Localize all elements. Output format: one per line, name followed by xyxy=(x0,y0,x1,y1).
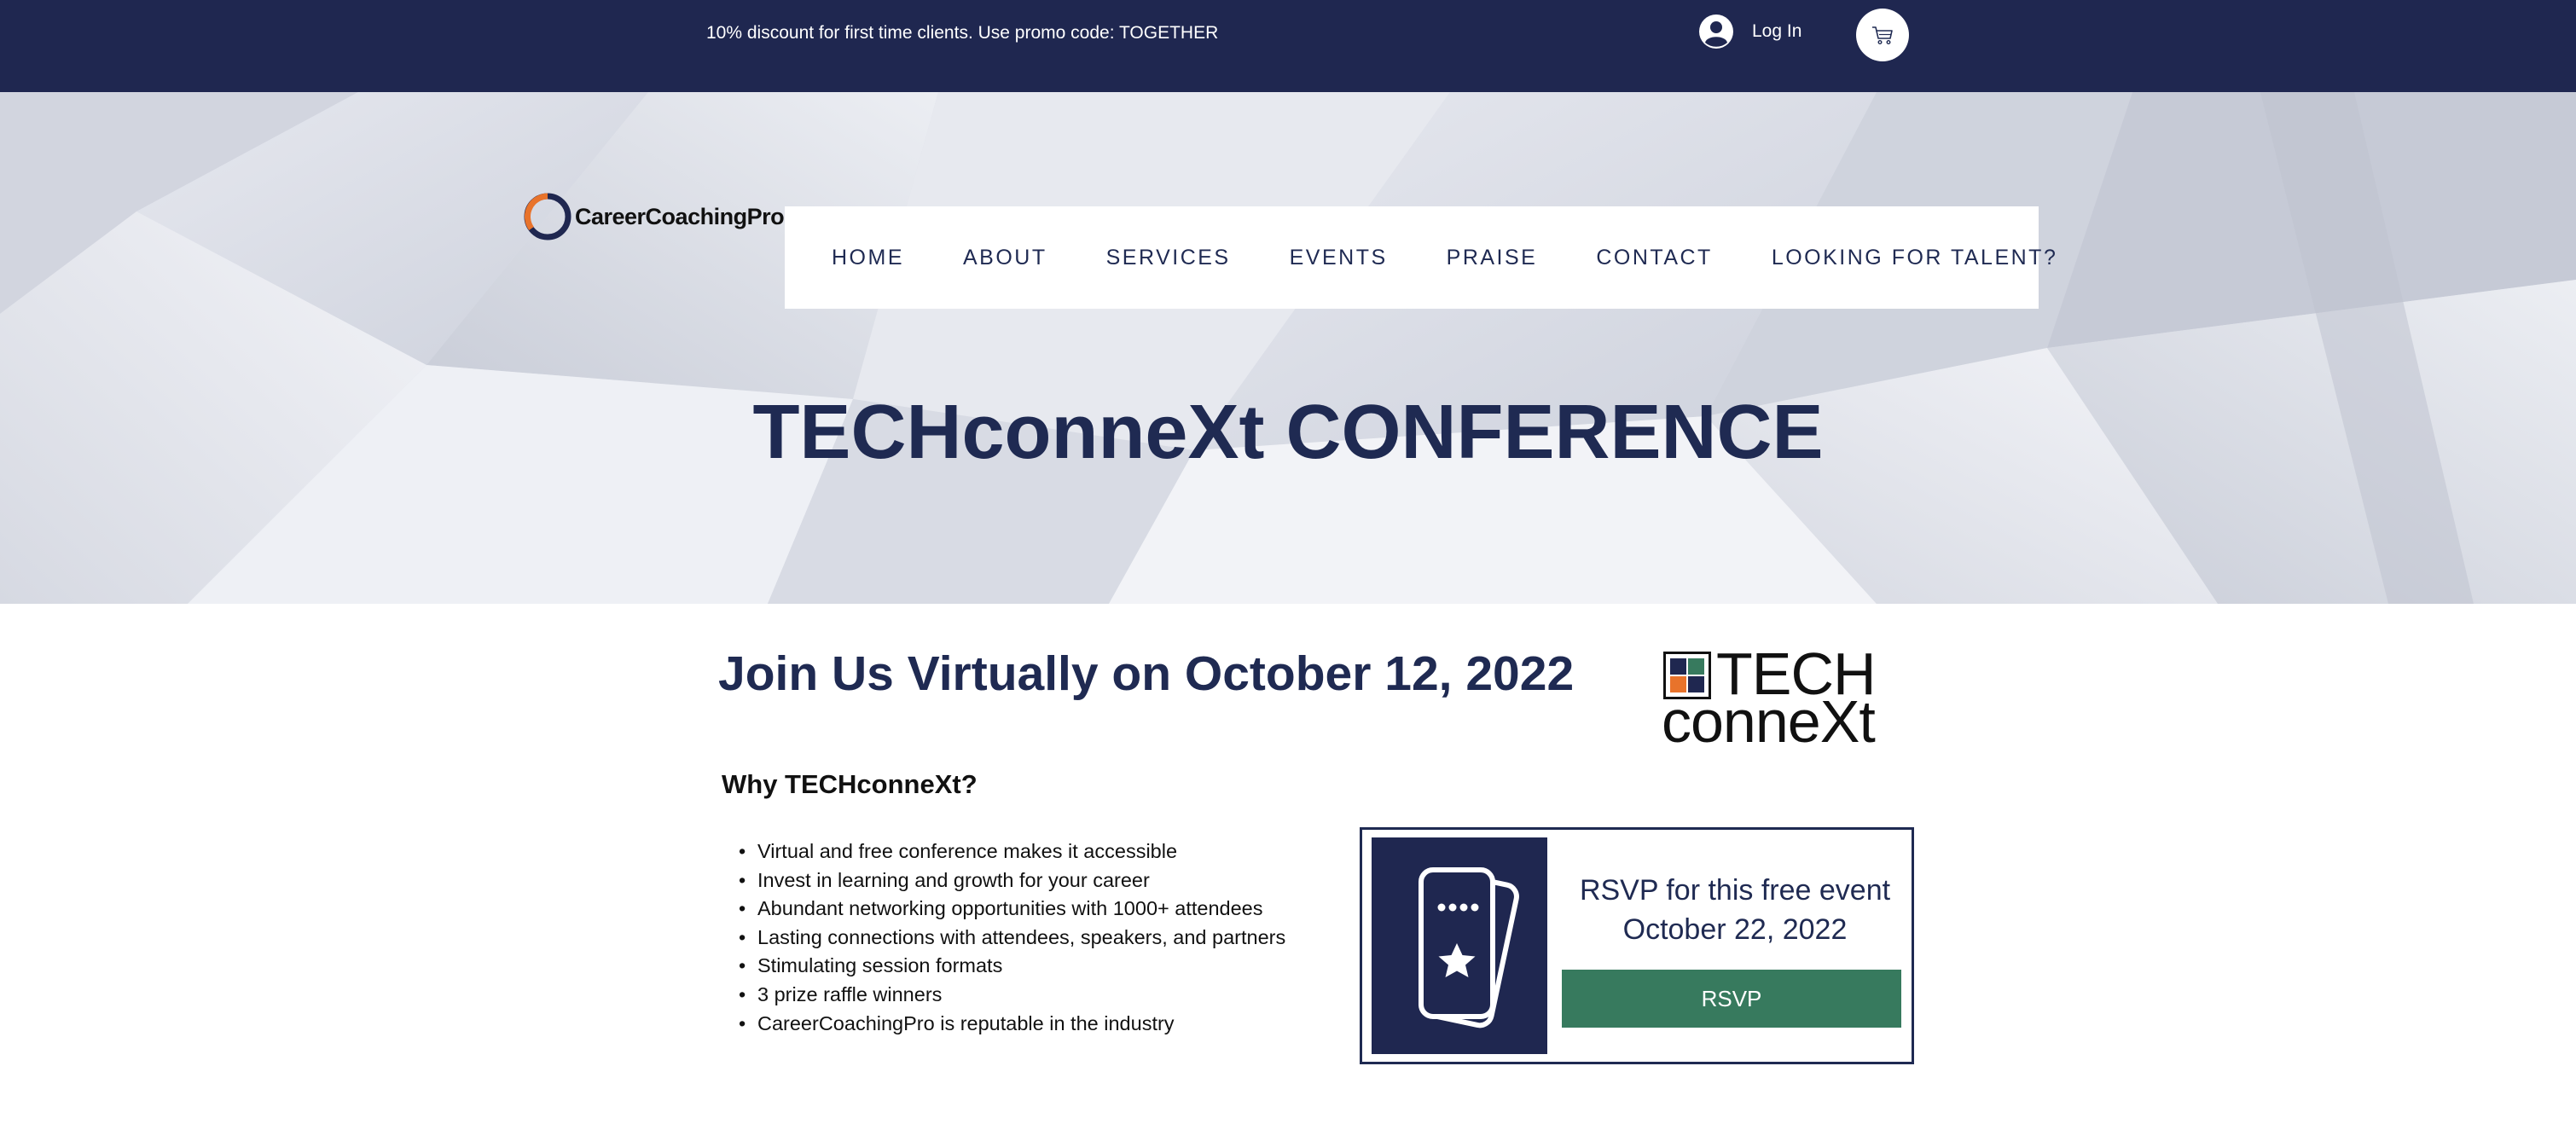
why-heading: Why TECHconneXt? xyxy=(722,769,978,799)
cart-button[interactable] xyxy=(1856,9,1909,61)
nav-item-events[interactable]: EVENTS xyxy=(1290,246,1388,270)
benefits-list: Virtual and free conference makes it acc… xyxy=(739,837,1285,1039)
login-label: Log In xyxy=(1752,21,1802,41)
rsvp-button[interactable]: RSVP xyxy=(1562,970,1901,1028)
rsvp-heading-line1: RSVP for this free event xyxy=(1579,874,1891,907)
rsvp-heading-line2: October 22, 2022 xyxy=(1622,913,1848,946)
mobile-ticket-star-icon xyxy=(1419,867,1519,1028)
promo-bar: 10% discount for first time clients. Use… xyxy=(0,0,2576,92)
list-item: Stimulating session formats xyxy=(739,952,1285,981)
page-title: TECHconneXt CONFERENCE xyxy=(752,390,1824,475)
nav-item-home[interactable]: HOME xyxy=(832,246,904,270)
hero-banner: CareerCoachingPro HOME ABOUT SERVICES EV… xyxy=(0,92,2576,604)
techconnext-logo-line2: conneXt xyxy=(1662,688,1876,755)
event-date-heading: Join Us Virtually on October 12, 2022 xyxy=(718,646,1575,701)
nav-item-looking-for-talent[interactable]: LOOKING FOR TALENT? xyxy=(1772,246,2058,270)
list-item: Abundant networking opportunities with 1… xyxy=(739,895,1285,924)
rsvp-heading: RSVP for this free event October 22, 202… xyxy=(1557,871,1913,949)
rsvp-card: RSVP for this free event October 22, 202… xyxy=(1360,827,1914,1064)
techconnext-logo: TECH conneXt xyxy=(1662,643,1900,755)
nav-item-services[interactable]: SERVICES xyxy=(1106,246,1231,270)
list-item: 3 prize raffle winners xyxy=(739,981,1285,1010)
logo-text: CareerCoachingPro xyxy=(575,203,785,229)
list-item: Virtual and free conference makes it acc… xyxy=(739,837,1285,866)
list-item: Lasting connections with attendees, spea… xyxy=(739,924,1285,953)
list-item: CareerCoachingPro is reputable in the in… xyxy=(739,1010,1285,1039)
nav-item-contact[interactable]: CONTACT xyxy=(1596,246,1712,270)
main-navigation: HOME ABOUT SERVICES EVENTS PRAISE CONTAC… xyxy=(785,206,2056,309)
shopping-cart-icon xyxy=(1872,26,1893,45)
user-avatar-icon xyxy=(1699,14,1733,49)
nav-item-about[interactable]: ABOUT xyxy=(963,246,1047,270)
login-button[interactable]: Log In xyxy=(1699,14,1801,49)
nav-item-praise[interactable]: PRAISE xyxy=(1447,246,1538,270)
list-item: Invest in learning and growth for your c… xyxy=(739,866,1285,895)
hero-background-image xyxy=(0,92,2576,604)
promo-text: 10% discount for first time clients. Use… xyxy=(706,23,1219,43)
logo-ring-icon xyxy=(524,193,571,240)
site-logo[interactable]: CareerCoachingPro xyxy=(522,191,785,242)
rsvp-image xyxy=(1372,837,1547,1054)
